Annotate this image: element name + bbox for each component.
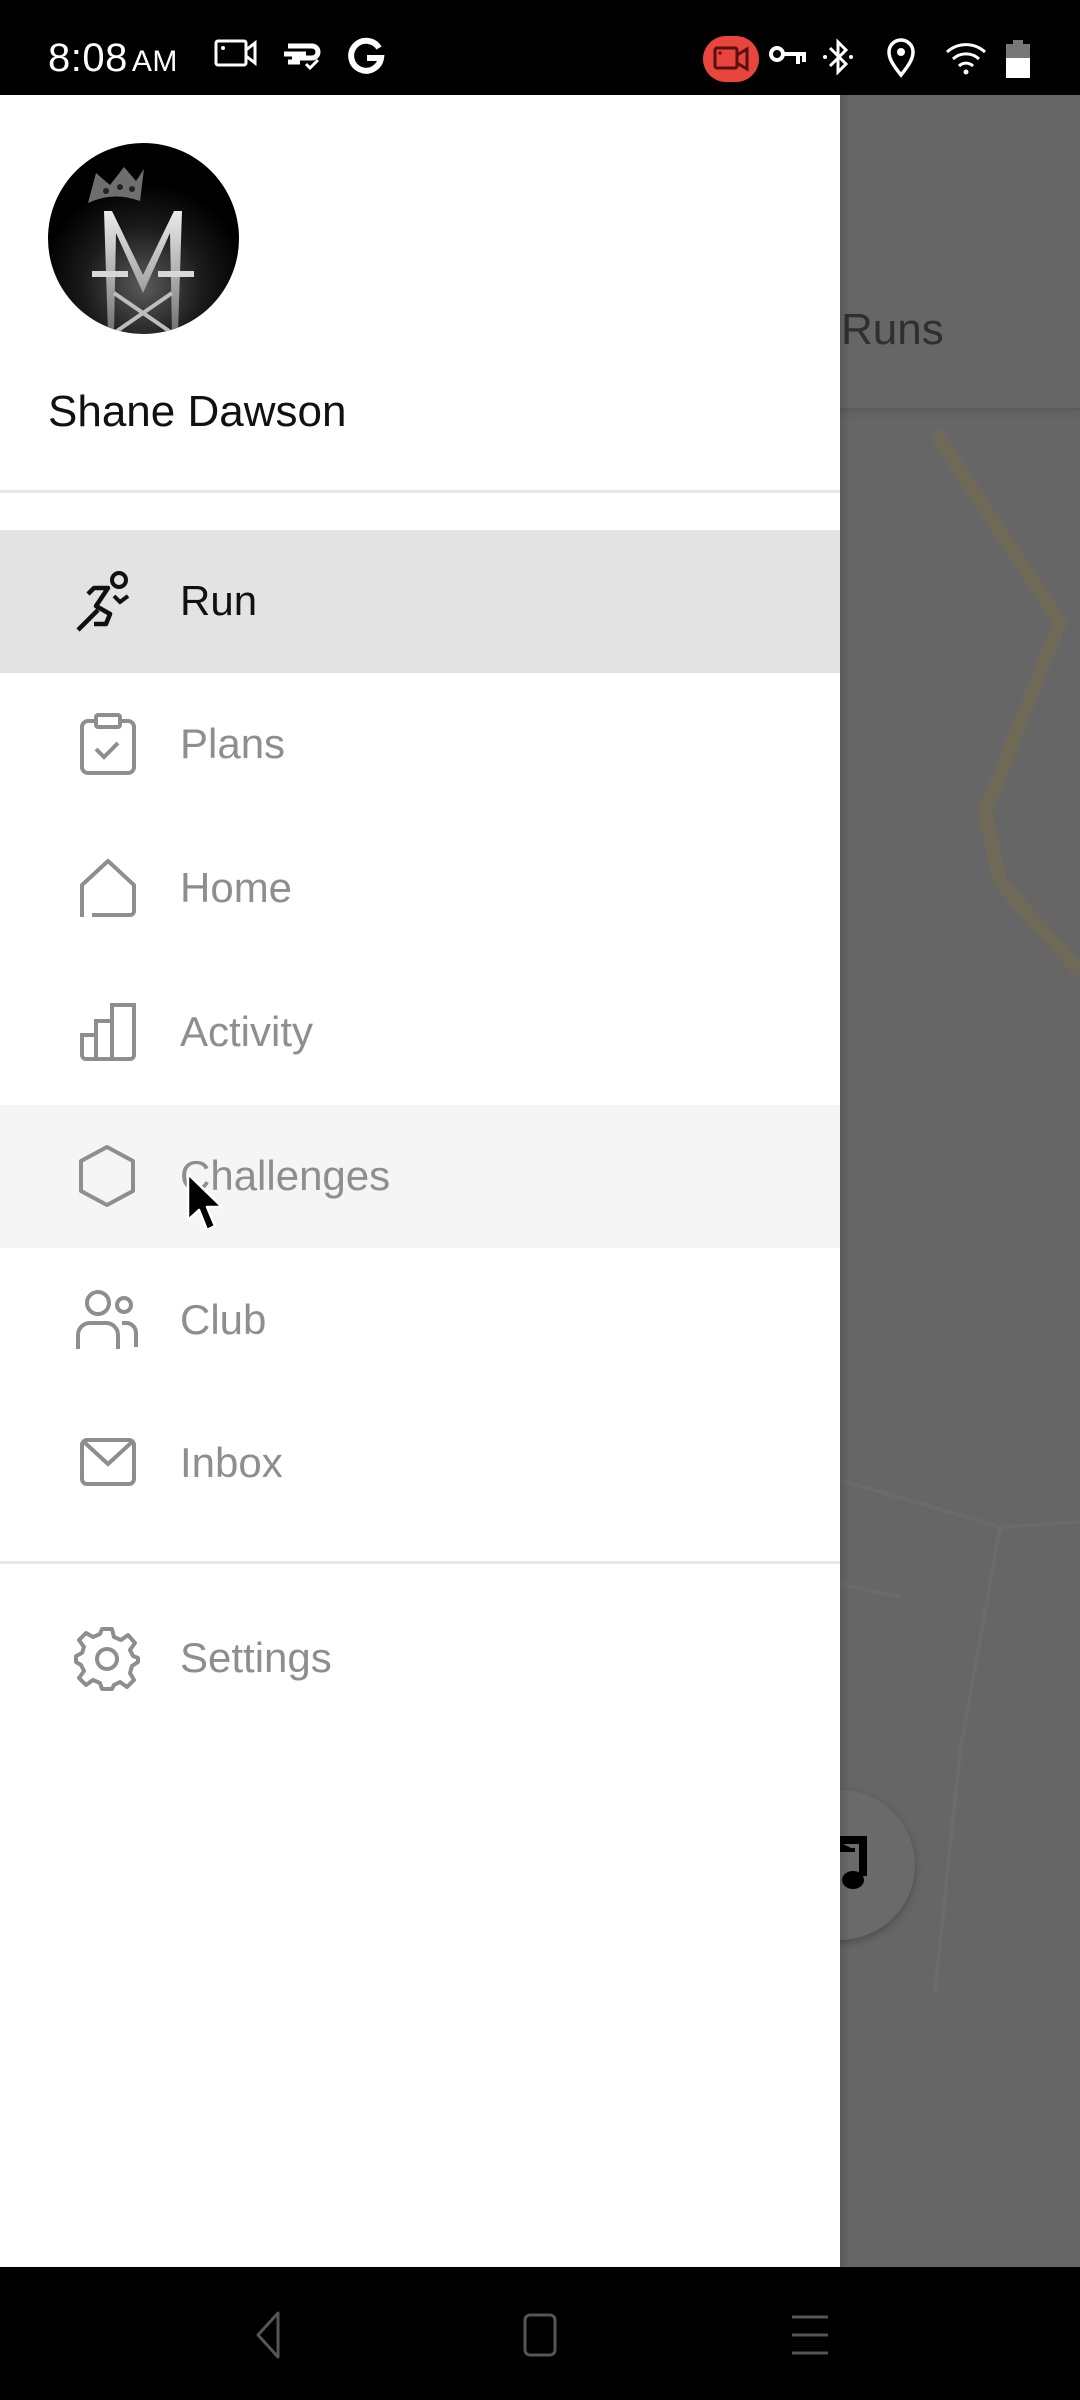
location-icon <box>886 38 916 78</box>
drawer-shadow <box>840 95 850 2267</box>
menu-item-club[interactable]: Club <box>0 1249 840 1392</box>
nav-back-button[interactable] <box>238 2305 298 2365</box>
system-nav-bar <box>0 2267 1080 2400</box>
menu-item-label: Club <box>180 1296 267 1343</box>
avatar-logo <box>88 167 194 334</box>
menu-item-challenges[interactable]: Challenges <box>0 1105 840 1248</box>
menu-item-settings[interactable]: Settings <box>0 1587 840 1730</box>
status-time: 8:08 AM <box>48 36 178 81</box>
nav-recents-button[interactable] <box>780 2305 840 2365</box>
menu-item-home[interactable]: Home <box>0 817 840 960</box>
envelope-icon <box>74 1430 140 1496</box>
avatar[interactable] <box>48 143 239 334</box>
home-square-icon <box>523 2313 557 2357</box>
clock-ampm: AM <box>131 45 178 78</box>
recents-icon <box>792 2315 828 2355</box>
menu-item-label: Inbox <box>180 1439 283 1486</box>
nav-home-button[interactable] <box>510 2305 570 2365</box>
clock-time: 8:08 <box>48 36 128 80</box>
gear-icon <box>74 1625 140 1691</box>
bar-chart-icon <box>74 999 140 1065</box>
menu-item-label: Home <box>180 864 293 911</box>
runner-icon <box>74 568 140 634</box>
recording-active-icon <box>703 36 759 82</box>
menu-item-run[interactable]: Run <box>0 530 840 673</box>
clipboard-check-icon <box>74 711 140 777</box>
mouse-cursor-icon <box>186 1172 230 1241</box>
menu-item-label: Run <box>180 577 258 624</box>
menu-item-label: Activity <box>180 1008 314 1055</box>
status-bar: 8:08 AM <box>0 0 1080 95</box>
wifi-icon <box>945 40 987 76</box>
menu-item-activity[interactable]: Activity <box>0 961 840 1104</box>
people-icon <box>74 1287 140 1353</box>
footer-divider <box>0 1561 840 1564</box>
menu-item-plans[interactable]: Plans <box>0 673 840 816</box>
menu-item-inbox[interactable]: Inbox <box>0 1392 840 1535</box>
back-icon <box>256 2311 280 2359</box>
battery-icon <box>1006 40 1030 78</box>
vpn-key-icon <box>768 44 808 68</box>
sync-check-icon <box>282 38 324 70</box>
bluetooth-icon <box>822 38 854 76</box>
user-name[interactable]: Shane Dawson <box>48 387 346 437</box>
background-app-title: Runs <box>841 305 944 354</box>
map-road <box>933 1526 1002 1993</box>
hexagon-icon <box>74 1143 140 1209</box>
menu-item-label: Plans <box>180 720 286 767</box>
map-road <box>829 1475 1080 1530</box>
menu-item-label: Settings <box>180 1634 332 1681</box>
route-line <box>929 428 1080 977</box>
navigation-drawer: Shane Dawson Run Plans Home Activity Cha… <box>0 95 840 2267</box>
google-icon <box>346 36 386 76</box>
header-divider <box>0 490 840 493</box>
screen-record-icon <box>214 38 258 68</box>
home-icon <box>74 855 140 921</box>
